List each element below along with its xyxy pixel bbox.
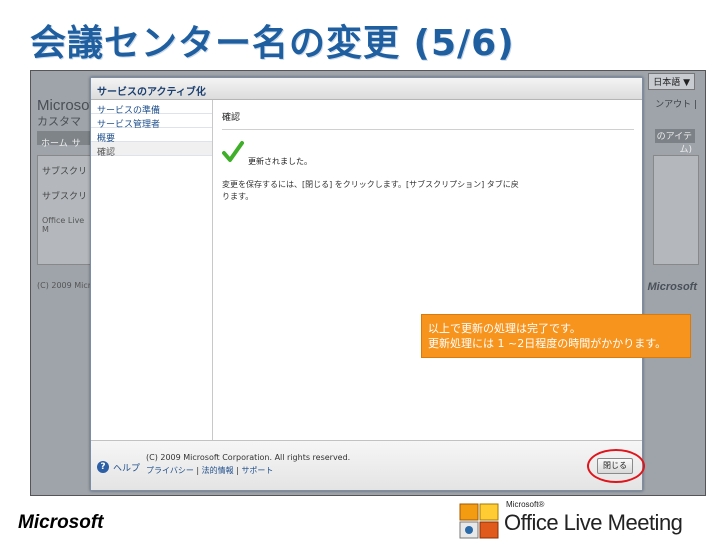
checkmark-icon — [222, 141, 244, 162]
bg-logo-subtitle: カスタマ — [37, 115, 81, 128]
slide-title: 会議センター名の変更 (5/6) — [30, 23, 515, 64]
instructions-text: 変更を保存するには、[閉じる] をクリックします。[サブスクリプション] タブに… — [222, 180, 519, 201]
bg-nav-sub-label: サ — [71, 139, 81, 149]
legal-link[interactable]: 法的情報 — [202, 466, 234, 475]
olm-product-name: Office Live Meeting — [504, 510, 683, 535]
bg-panel-sub: サブスクリ — [42, 192, 88, 202]
bg-panel-title: サブスクリ — [42, 167, 88, 177]
copyright-text: (C) 2009 Microsoft Corporation. All righ… — [146, 453, 351, 462]
olm-brand-small: Microsoft® — [506, 500, 545, 509]
support-link[interactable]: サポート — [241, 466, 273, 475]
callout-line-1: 以上で更新の処理は完了です。 — [428, 322, 581, 335]
close-button-highlight — [587, 449, 645, 483]
office-live-meeting-icon — [459, 503, 499, 539]
wizard-steps: サービスの準備 サービス管理者 概要 確認 — [91, 100, 213, 442]
content-title: 確認 — [222, 110, 634, 130]
step-prepare[interactable]: サービスの準備 — [91, 100, 212, 116]
privacy-link[interactable]: プライバシー — [146, 466, 194, 475]
dialog-footer: ? ヘルプ (C) 2009 Microsoft Corporation. Al… — [91, 440, 642, 490]
help-icon[interactable]: ? — [97, 461, 109, 473]
completion-callout: 以上で更新の処理は完了です。 更新処理には 1 ~2日程度の時間がかかります。 — [421, 314, 691, 358]
bg-footer: (C) 2009 Micro — [37, 281, 96, 290]
callout-line-2: 更新処理には 1 ~2日程度の時間がかかります。 — [428, 337, 667, 350]
help-link[interactable]: ヘルプ — [113, 461, 140, 474]
step-confirm: 確認 — [91, 142, 212, 158]
bg-logo: Microsof — [37, 97, 94, 114]
office-live-meeting-logo: Microsoft® Office Live Meeting — [458, 498, 708, 542]
footer-links: プライバシー | 法的情報 | サポート — [146, 465, 273, 476]
bg-nav-home-label: ホーム — [41, 139, 68, 149]
bg-subscription-panel: サブスクリ サブスクリ Office Live M — [37, 155, 97, 265]
step-summary[interactable]: 概要 — [91, 128, 212, 144]
bg-signout-link[interactable]: ンアウト | — [655, 97, 697, 110]
success-message: 更新されました。 — [248, 157, 312, 166]
dialog-content: 確認 更新されました。 変更を保存するには、[閉じる] をクリックします。[サブ… — [214, 100, 642, 442]
step-admin[interactable]: サービス管理者 — [91, 114, 212, 130]
bg-microsoft-logo: Microsoft — [647, 281, 698, 293]
bg-items-tab[interactable]: のアイテム) — [655, 129, 695, 155]
language-select[interactable]: 日本語 ▼ — [648, 73, 695, 90]
dialog-title: サービスのアクティブ化 — [91, 78, 642, 100]
bg-right-panel — [653, 155, 699, 265]
bg-nav-home[interactable]: ホームサ — [37, 131, 97, 149]
activation-dialog: サービスのアクティブ化 サービスの準備 サービス管理者 概要 確認 確認 更新さ… — [90, 77, 643, 491]
microsoft-logo: Microsoft — [18, 512, 104, 533]
screenshot-frame: 日本語 ▼ Microsof カスタマ ホームサ ンアウト | のアイテム) サ… — [30, 70, 706, 496]
bg-panel-office: Office Live M — [42, 216, 85, 234]
